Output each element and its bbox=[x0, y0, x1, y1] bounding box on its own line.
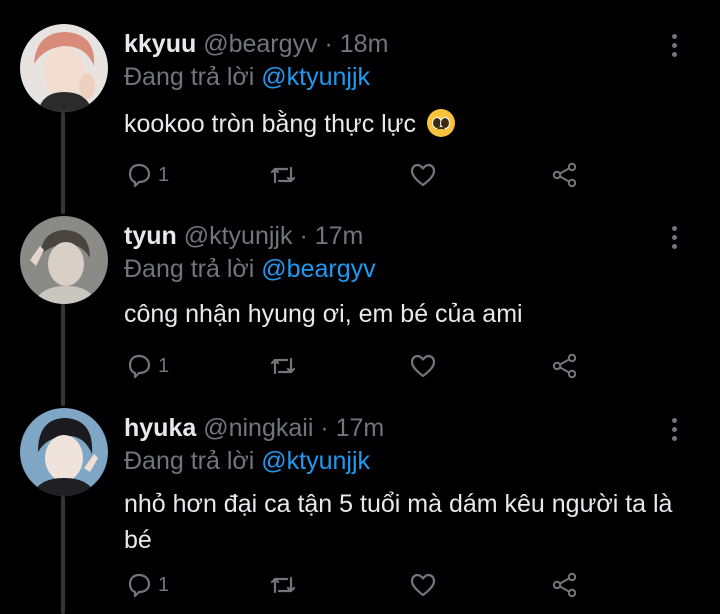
tweet[interactable]: hyuka @ningkaii · 17m Đang trả lời @ktyu… bbox=[0, 0, 720, 614]
timestamp[interactable]: 17m bbox=[336, 414, 385, 442]
like-button[interactable] bbox=[408, 568, 438, 602]
mention-link[interactable]: @ktyunjjk bbox=[261, 447, 370, 475]
reply-icon bbox=[128, 573, 151, 598]
username[interactable]: @ningkaii bbox=[203, 414, 313, 442]
reply-count: 1 bbox=[158, 573, 170, 596]
tweet-text: nhỏ hơn đại ca tận 5 tuổi mà dám kêu ngư… bbox=[124, 490, 673, 554]
retweet-button[interactable] bbox=[268, 568, 298, 602]
replying-to-label: Đang trả lời bbox=[124, 447, 255, 475]
separator-dot: · bbox=[320, 414, 329, 442]
more-icon[interactable] bbox=[662, 414, 686, 444]
reply-button[interactable]: 1 bbox=[124, 568, 169, 602]
avatar[interactable] bbox=[20, 408, 108, 496]
share-button[interactable] bbox=[550, 568, 580, 602]
like-icon bbox=[410, 573, 436, 597]
retweet-icon bbox=[270, 576, 296, 594]
display-name[interactable]: hyuka bbox=[124, 414, 196, 442]
avatar-image bbox=[20, 408, 108, 496]
share-icon bbox=[552, 572, 577, 598]
